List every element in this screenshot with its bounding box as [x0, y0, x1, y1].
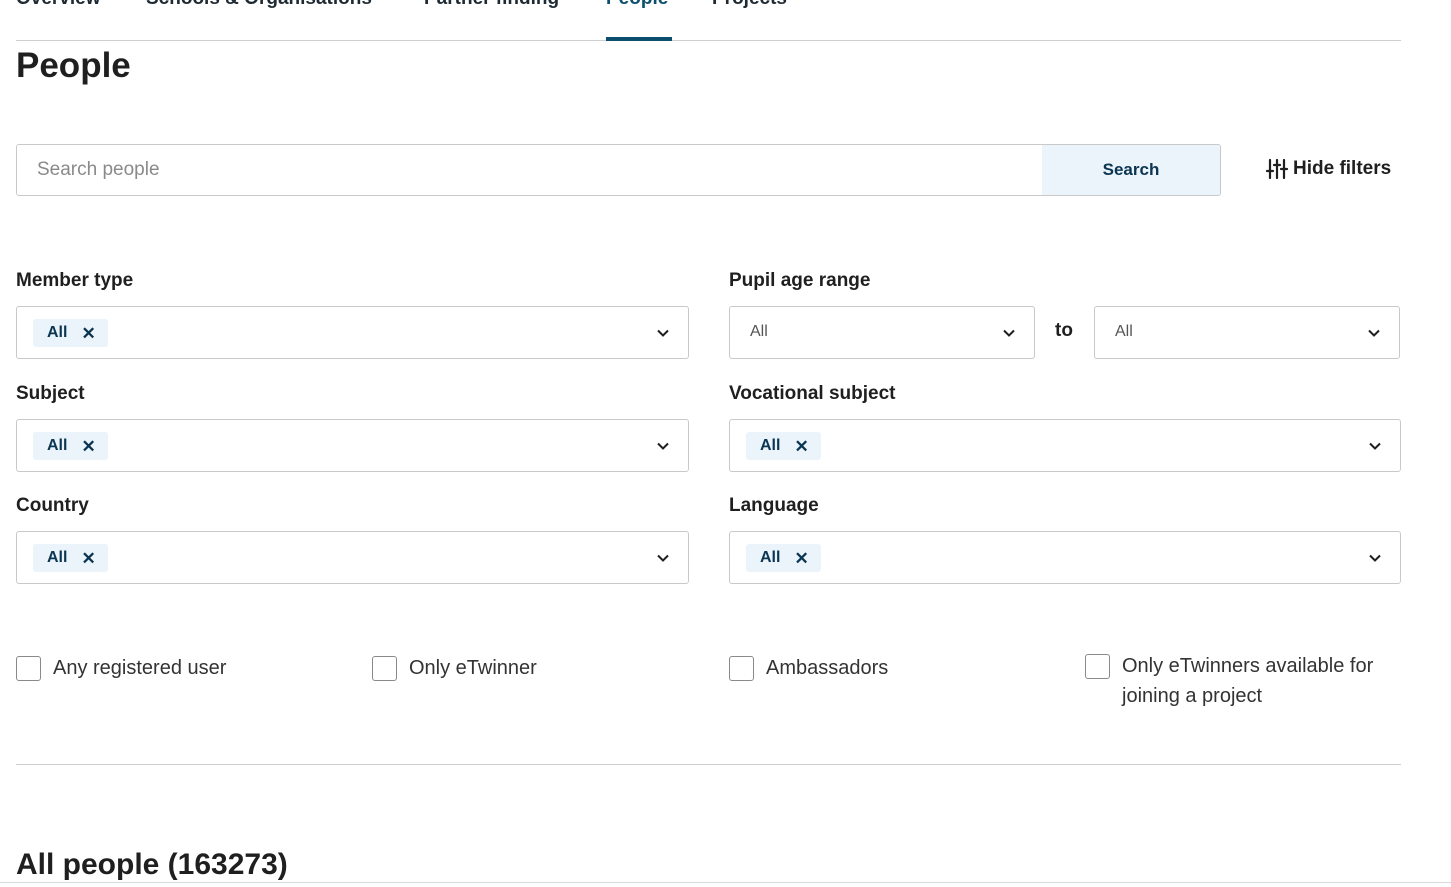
chevron-down-icon	[657, 554, 669, 562]
checkbox-label: Ambassadors	[766, 657, 889, 679]
tab-partner-finding[interactable]: Partner finding	[424, 0, 559, 10]
chip-label: All	[47, 324, 68, 341]
member-type-label: Member type	[16, 270, 134, 291]
chevron-down-icon	[1003, 329, 1015, 337]
subject-select[interactable]: All ✕	[16, 419, 689, 472]
language-select[interactable]: All ✕	[729, 531, 1401, 584]
remove-chip-icon[interactable]: ✕	[794, 550, 808, 567]
any-registered-user-checkbox[interactable]	[16, 656, 41, 681]
subject-chip: All ✕	[33, 432, 108, 460]
chevron-down-icon	[657, 329, 669, 337]
hide-filters-label: Hide filters	[1293, 158, 1392, 179]
section-tabs: Overview Schools & Organisations Partner…	[16, 0, 1401, 41]
ambassadors-checkbox[interactable]	[729, 656, 754, 681]
age-range-to-label: to	[1055, 320, 1073, 341]
active-tab-indicator	[606, 37, 672, 41]
chip-label: All	[760, 437, 781, 454]
tab-overview[interactable]: Overview	[16, 0, 101, 10]
remove-chip-icon[interactable]: ✕	[794, 438, 808, 455]
pupil-age-to-value: All	[1115, 323, 1133, 340]
vocational-subject-select[interactable]: All ✕	[729, 419, 1401, 472]
tab-projects[interactable]: Projects	[712, 0, 787, 10]
any-registered-user-option[interactable]: Any registered user	[16, 656, 226, 683]
available-for-project-checkbox[interactable]	[1085, 654, 1110, 679]
bottom-divider	[0, 882, 1451, 883]
search-bar: Search	[16, 144, 1221, 196]
pupil-age-from-select[interactable]: All	[729, 306, 1035, 359]
filters-divider	[16, 764, 1401, 765]
tab-schools-organisations[interactable]: Schools & Organisations	[146, 0, 372, 10]
available-for-project-option[interactable]: Only eTwinners available for joining a p…	[1085, 654, 1385, 711]
language-label: Language	[729, 495, 819, 516]
tab-people[interactable]: People	[606, 0, 668, 10]
search-input[interactable]	[17, 145, 1042, 195]
only-etwinner-checkbox[interactable]	[372, 656, 397, 681]
chip-label: All	[47, 549, 68, 566]
subject-label: Subject	[16, 383, 85, 404]
checkbox-label: Only eTwinners available for joining a p…	[1122, 655, 1374, 707]
chevron-down-icon	[1369, 554, 1381, 562]
results-title: All people (163273)	[16, 848, 288, 881]
vocational-subject-chip: All ✕	[746, 432, 821, 460]
chevron-down-icon	[1369, 442, 1381, 450]
chevron-down-icon	[657, 442, 669, 450]
pupil-age-range-label: Pupil age range	[729, 270, 871, 291]
page-title: People	[16, 46, 131, 85]
country-chip: All ✕	[33, 544, 108, 572]
member-type-select[interactable]: All ✕	[16, 306, 689, 359]
country-label: Country	[16, 495, 89, 516]
pupil-age-to-select[interactable]: All	[1094, 306, 1400, 359]
language-chip: All ✕	[746, 544, 821, 572]
ambassadors-option[interactable]: Ambassadors	[729, 656, 888, 683]
vocational-subject-label: Vocational subject	[729, 383, 896, 404]
pupil-age-from-value: All	[750, 323, 768, 340]
checkbox-label: Only eTwinner	[409, 657, 537, 679]
remove-chip-icon[interactable]: ✕	[81, 325, 95, 342]
chip-label: All	[760, 549, 781, 566]
remove-chip-icon[interactable]: ✕	[81, 550, 95, 567]
chip-label: All	[47, 437, 68, 454]
only-etwinner-option[interactable]: Only eTwinner	[372, 656, 537, 683]
search-button[interactable]: Search	[1042, 145, 1220, 195]
chevron-down-icon	[1368, 329, 1380, 337]
country-select[interactable]: All ✕	[16, 531, 689, 584]
member-type-chip: All ✕	[33, 319, 108, 347]
sliders-icon	[1265, 158, 1289, 180]
hide-filters-button[interactable]: Hide filters	[1265, 157, 1391, 181]
remove-chip-icon[interactable]: ✕	[81, 438, 95, 455]
checkbox-label: Any registered user	[53, 657, 227, 679]
